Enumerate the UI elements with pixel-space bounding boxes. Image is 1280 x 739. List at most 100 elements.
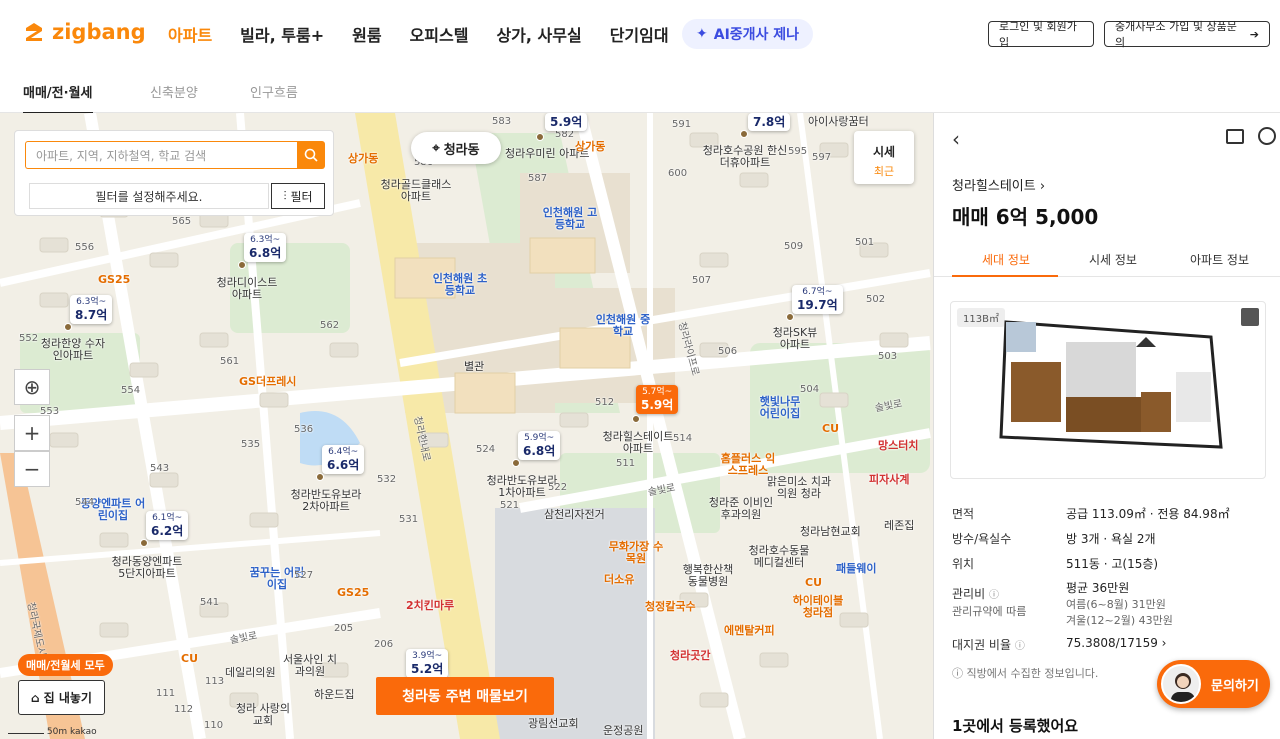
map-label[interactable]: 행복한산책 동물병원 [680, 564, 736, 588]
block-number: 554 [121, 385, 141, 396]
map-label[interactable]: 무화가장 수목원 [608, 541, 664, 565]
nav-apartment[interactable]: 아파트 [168, 22, 212, 46]
search-button[interactable] [297, 141, 325, 169]
map-label[interactable]: 아이사랑꿈터 [808, 116, 869, 128]
nav-officetel[interactable]: 오피스텔 [410, 22, 469, 46]
detail-panel: ‹ 청라힐스테이트 › 매매 6억 5,000 세대 정보 시세 정보 아파트 … [933, 113, 1280, 739]
map-label[interactable]: 청라호수공원 한신더휴아파트 [700, 145, 790, 169]
map-label[interactable]: 패들웨이 [836, 563, 876, 575]
view-nearby-listings-button[interactable]: 청라동 주변 매물보기 [376, 677, 554, 715]
inquiry-button[interactable]: 문의하기 [1157, 660, 1270, 708]
nav-villa[interactable]: 빌라, 투룸+ [240, 22, 324, 46]
map-label[interactable]: CU [181, 653, 198, 665]
map-label[interactable]: 청라힐스테이트 아파트 [600, 431, 676, 455]
trade-type-badge: 매매/전월세 모두 [18, 654, 113, 676]
price-marker-selected[interactable]: 5.7억~ 5.9억 [636, 385, 679, 414]
location-button[interactable]: ⌖ 청라동 [411, 132, 501, 164]
map-label[interactable]: 더소유 [604, 574, 634, 586]
agent-signup-button[interactable]: 중개사무소 가입 및 상품문의 ➔ [1104, 20, 1270, 49]
map-label[interactable]: GS25 [337, 587, 369, 599]
map-label[interactable]: CU [805, 577, 822, 589]
help-icon[interactable]: ⓘ [1015, 641, 1025, 652]
price-marker[interactable]: 5.9억 [545, 113, 588, 131]
zoom-in-button[interactable]: + [14, 415, 50, 451]
price-marker[interactable]: 6.7억~ 19.7억 [792, 285, 843, 314]
price-marker[interactable]: 6.1억~ 6.2억 [146, 511, 189, 540]
map-label[interactable]: 서울사인 치과의원 [280, 654, 340, 678]
map-label[interactable]: 청정칼국수 [645, 601, 696, 613]
map-label[interactable]: 청라동양엔파트 5단지아파트 [110, 556, 184, 580]
zigbang-logo[interactable]: zigbang [22, 20, 146, 44]
price-marker[interactable]: 5.9억~ 6.8억 [518, 431, 561, 460]
tab-price-info[interactable]: 시세 정보 [1089, 251, 1137, 268]
map-label[interactable]: 레존집 [884, 520, 914, 532]
map-label[interactable]: 별관 [464, 361, 484, 373]
map-label[interactable]: 상가동 [348, 153, 378, 165]
filter-message[interactable]: 필터를 설정해주세요. [29, 183, 269, 209]
map-label[interactable]: 하운드집 [314, 689, 354, 701]
map-label[interactable]: 햇빛나무 어린이집 [755, 396, 805, 420]
nav-store-office[interactable]: 상가, 사무실 [496, 22, 581, 46]
help-icon[interactable]: ⓘ [989, 590, 999, 601]
price-marker[interactable]: 6.3억~ 8.7억 [70, 295, 113, 324]
map-label[interactable]: 망스터치 [878, 440, 918, 452]
map-label[interactable]: 상가동 [575, 141, 605, 153]
floor-plan-image[interactable]: 113B㎡ [950, 301, 1266, 479]
map-label[interactable]: 에멘탈커피 [724, 625, 775, 637]
complex-name[interactable]: 청라힐스테이트 › [952, 175, 1045, 194]
map-label[interactable]: 청라호수동물 메디컬센터 [748, 545, 810, 569]
map-label[interactable]: CU [822, 423, 839, 435]
search-panel: 아파트, 지역, 지하철역, 학교 검색 필터를 설정해주세요. ⫶ 필터 [14, 130, 334, 216]
tab-trade[interactable]: 매매/전·월세 [23, 82, 93, 114]
map-label[interactable]: 삼천리자전거 [544, 509, 605, 521]
price-marker[interactable]: 3.9억~ 5.2억 [406, 649, 449, 678]
land-ratio-value[interactable]: 75.3808/17159 › [1066, 636, 1166, 650]
map-label[interactable]: 운정공원 [603, 725, 643, 737]
price-marker[interactable]: 6.4억~ 6.6억 [322, 445, 365, 474]
sise-toggle[interactable]: 시세 최근 [854, 131, 914, 184]
map-label[interactable]: 인천해원 중학교 [595, 314, 651, 338]
zoom-out-button[interactable]: − [14, 451, 50, 487]
tab-unit-info[interactable]: 세대 정보 [982, 251, 1030, 268]
sub-tabs: 매매/전·월세 신축분양 인구흐름 [0, 68, 1280, 114]
map-label[interactable]: GS25 [98, 274, 130, 286]
map-label[interactable]: GS더프레시 [239, 376, 296, 388]
map-label[interactable]: 데일리의원 [225, 667, 276, 679]
back-arrow-icon[interactable]: ‹ [952, 127, 960, 151]
map-label[interactable]: 청라남현교회 [800, 526, 861, 538]
map-label[interactable]: 청라한양 수자인아파트 [38, 338, 108, 362]
login-button[interactable]: 로그인 및 회원가입 [988, 20, 1094, 49]
chat-icon[interactable] [1226, 129, 1244, 144]
map-label[interactable]: 하이테이블 청라점 [790, 595, 846, 619]
map-label[interactable]: 피자사계 [869, 474, 909, 486]
land-ratio-text: 75.3808/17159 [1066, 636, 1158, 650]
filter-button[interactable]: ⫶ 필터 [271, 183, 325, 209]
tab-new-sale[interactable]: 신축분양 [150, 82, 198, 101]
marker-price: 19.7억 [797, 298, 838, 312]
map-label[interactable]: 청라디이스트 아파트 [212, 277, 282, 301]
map-label[interactable]: 2치킨마루 [406, 600, 454, 612]
map-label[interactable]: 청라 사랑의교회 [235, 703, 291, 727]
tab-population[interactable]: 인구흐름 [250, 82, 298, 101]
tab-apartment-info[interactable]: 아파트 정보 [1190, 251, 1249, 268]
price-marker[interactable]: 7.8억 [748, 113, 791, 131]
map-label[interactable]: 인천해원 고등학교 [542, 207, 598, 231]
price-marker[interactable]: 6.3억~ 6.8억 [244, 233, 287, 262]
list-house-button[interactable]: ⌂ 집 내놓기 [18, 680, 105, 715]
map-label[interactable]: 홈플러스 익스프레스 [720, 453, 776, 477]
map-label[interactable]: 광림선교회 [528, 718, 579, 730]
rating-icon[interactable] [1258, 127, 1276, 145]
map-label[interactable]: 청라반도유보라 2차아파트 [286, 489, 366, 513]
search-input[interactable]: 아파트, 지역, 지하철역, 학교 검색 [25, 141, 297, 169]
my-location-button[interactable]: ⊕ [14, 369, 50, 405]
map-label[interactable]: 청라준 이비인후과의원 [705, 497, 777, 521]
map-label[interactable]: 청라곳간 [670, 650, 710, 662]
map-label[interactable]: 청라골드클래스 아파트 [376, 179, 456, 203]
block-number: 527 [294, 570, 314, 581]
nav-short-term[interactable]: 단기임대 [610, 22, 669, 46]
block-number: 583 [492, 116, 512, 127]
nav-oneroom[interactable]: 원룸 [352, 22, 381, 46]
map-label[interactable]: 청라SK뷰 아파트 [770, 327, 820, 351]
ai-agent-button[interactable]: ✦ AI중개사 제나 [682, 19, 814, 49]
map-label[interactable]: 인천해원 초등학교 [432, 273, 488, 297]
